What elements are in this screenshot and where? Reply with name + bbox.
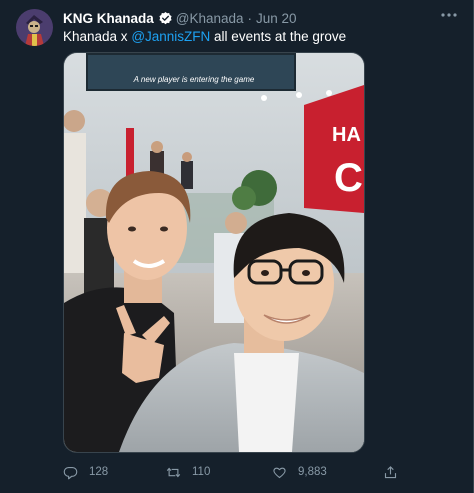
avatar-image bbox=[16, 9, 53, 46]
retweet-icon bbox=[166, 465, 181, 480]
sign-text-top: HA bbox=[332, 124, 361, 146]
retweet-button[interactable]: 110 bbox=[166, 462, 210, 482]
avatar[interactable] bbox=[16, 9, 53, 46]
share-icon bbox=[383, 465, 398, 480]
tweet-photo[interactable]: A new player is entering the game HA C bbox=[63, 52, 365, 453]
heart-icon bbox=[272, 465, 287, 480]
sign-text-bottom: C bbox=[334, 156, 363, 200]
tweet-text-before: Khanada x bbox=[63, 29, 132, 44]
tweet-header: KNG Khanada @Khanada · Jun 20 bbox=[63, 9, 297, 27]
reply-button[interactable]: 128 bbox=[63, 462, 108, 482]
mention-link[interactable]: @JannisZFN bbox=[131, 29, 210, 44]
tweet-card[interactable]: KNG Khanada @Khanada · Jun 20 Khanada x … bbox=[0, 0, 474, 493]
user-handle[interactable]: @Khanada bbox=[176, 11, 244, 26]
verified-badge-icon bbox=[158, 11, 173, 26]
screen-caption: A new player is entering the game bbox=[133, 75, 255, 84]
like-button[interactable]: 9,883 bbox=[272, 462, 327, 482]
tweet-text-after: all events at the grove bbox=[210, 29, 347, 44]
tweet-text: Khanada x @JannisZFN all events at the g… bbox=[63, 28, 346, 46]
retweet-count: 110 bbox=[192, 466, 211, 478]
selfie-photo: A new player is entering the game HA C bbox=[64, 53, 364, 452]
more-dots-icon[interactable] bbox=[439, 8, 459, 22]
display-name[interactable]: KNG Khanada bbox=[63, 11, 154, 26]
reply-count: 128 bbox=[89, 466, 109, 478]
tweet-actions: 128 110 9,883 bbox=[63, 462, 403, 482]
like-count: 9,883 bbox=[298, 466, 327, 478]
header-separator: · bbox=[247, 10, 253, 26]
tweet-date[interactable]: Jun 20 bbox=[256, 11, 297, 26]
share-button[interactable] bbox=[383, 462, 398, 482]
reply-icon bbox=[63, 465, 78, 480]
